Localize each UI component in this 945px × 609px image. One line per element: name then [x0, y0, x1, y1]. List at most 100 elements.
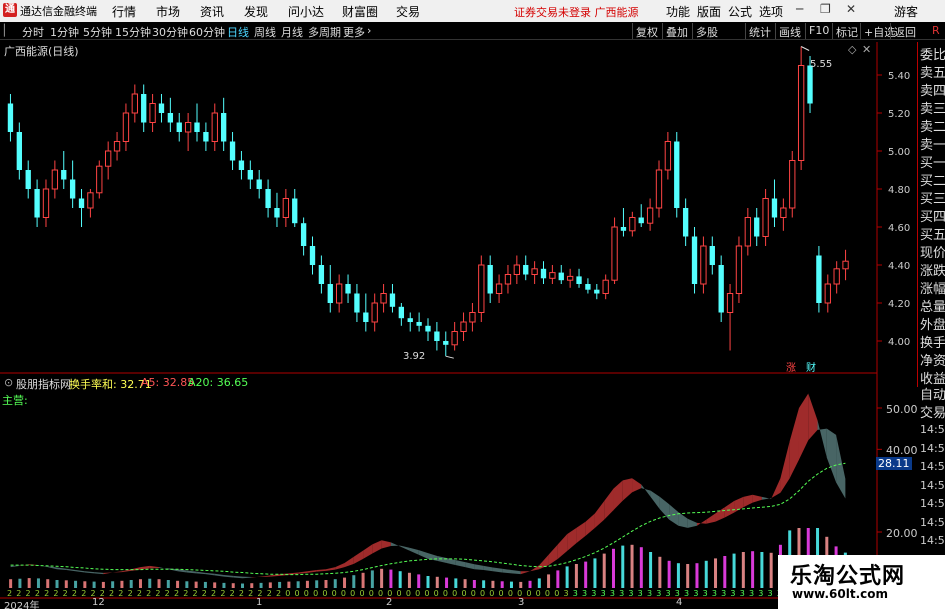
btn-biaoji[interactable]: 标记 [832, 23, 861, 39]
candle-body [256, 179, 262, 189]
turnover-ribbon [743, 494, 753, 508]
btn-duogu[interactable]: 多股 [692, 23, 721, 39]
close-panel-icon[interactable]: ✕ [862, 43, 871, 56]
menu-caifuquan[interactable]: 财富圈 [342, 3, 378, 20]
close-icon[interactable]: ✕ [846, 2, 856, 16]
signal-digit: 3 [768, 589, 773, 598]
signal-digit: 2 [81, 589, 86, 598]
candle-body [807, 65, 813, 104]
candle-body [558, 272, 564, 281]
period-5min[interactable]: 5分钟 [83, 24, 112, 40]
period-daily[interactable]: 日线 [227, 24, 249, 40]
menu-shichang[interactable]: 市场 [156, 3, 180, 20]
candle-body [762, 198, 769, 237]
turnover-ribbon [687, 518, 697, 528]
volume-bar [454, 578, 458, 588]
period-30min[interactable]: 30分钟 [152, 24, 188, 40]
trade-time-4: 14:56 [920, 497, 945, 510]
auto-trade-label-0[interactable]: 自动 [920, 384, 945, 403]
quote-field-11: 现价 [920, 246, 945, 261]
period-60min[interactable]: 60分钟 [189, 24, 225, 40]
menu-gongshi[interactable]: 公式 [728, 3, 752, 20]
candle-body [194, 122, 200, 132]
btn-fuquan[interactable]: 复权 [632, 23, 661, 39]
signal-digit: 2 [174, 589, 179, 598]
turnover-ribbon [84, 571, 95, 574]
signal-digit: 3 [730, 589, 735, 598]
turnover-ribbon [409, 547, 419, 555]
badge-finance[interactable]: 财 [806, 359, 816, 374]
candle-body [113, 141, 121, 152]
menu-gongneng[interactable]: 功能 [666, 3, 690, 20]
candle-body [398, 306, 405, 319]
period-weekly[interactable]: 周线 [254, 24, 276, 40]
signal-digit: 2 [165, 589, 170, 598]
signal-digit: 2 [128, 589, 133, 598]
menu-banmian[interactable]: 版面 [697, 3, 721, 20]
candle-body [451, 331, 458, 346]
volume-bar [426, 576, 430, 588]
price-tick-label: 5.20 [888, 109, 910, 120]
candle-body [16, 132, 22, 170]
period-fenshi[interactable]: 分时 [22, 24, 44, 40]
signal-digit: 2 [276, 589, 281, 598]
more-chevron-icon[interactable]: › [367, 24, 371, 37]
candle-body [318, 265, 325, 284]
btn-huaxian[interactable]: 画线 [775, 23, 804, 39]
kline-chart[interactable]: 2222222222222222222222222222220000000000… [0, 40, 917, 609]
signal-digit: 0 [452, 589, 457, 598]
quote-field-7: 买二 [920, 174, 945, 189]
period-multi[interactable]: 多周期 [308, 24, 341, 40]
volume-bar [695, 563, 699, 588]
btn-diejia[interactable]: 叠加 [662, 23, 691, 39]
turnover-ribbon [789, 408, 799, 479]
period-1min[interactable]: 1分钟 [50, 24, 79, 40]
user-guest[interactable]: 游客 [894, 3, 918, 20]
btn-back[interactable]: 返回 [890, 23, 919, 39]
signal-digit: 2 [72, 589, 77, 598]
turnover-ribbon [66, 568, 76, 572]
auto-trade-label-1[interactable]: 交易 [920, 402, 945, 421]
signal-digit: 0 [397, 589, 402, 598]
menu-xuanxiang[interactable]: 选项 [759, 3, 783, 20]
volume-bar [9, 579, 13, 588]
volume-bar [111, 581, 115, 588]
btn-tongji[interactable]: 统计 [745, 23, 774, 39]
turnover-ribbon [131, 567, 141, 571]
volume-bar [213, 582, 217, 588]
turnover-ribbon [298, 571, 308, 574]
turnover-ribbon [576, 521, 586, 544]
turnover-ribbon [437, 555, 447, 563]
candle-body [327, 284, 333, 303]
quote-field-8: 买三 [920, 192, 945, 207]
stock-title[interactable]: 广西能源(日线) [4, 43, 79, 59]
indicator-toggle-icon[interactable]: ⊙ [4, 376, 13, 389]
volume-bar [370, 570, 374, 588]
quote-field-16: 换手 [920, 336, 945, 351]
volume-bar [714, 558, 718, 588]
menu-wenxiaoda[interactable]: 问小达 [288, 3, 324, 20]
trade-login-notice[interactable]: 证券交易未登录 广西能源 [514, 4, 639, 20]
restore-icon[interactable]: ❐ [820, 2, 831, 16]
badge-up[interactable]: 涨 [786, 359, 796, 374]
period-more[interactable]: 更多 [343, 24, 365, 40]
turnover-ribbon [808, 393, 818, 441]
candle-body [292, 198, 298, 224]
menu-jiaoyi[interactable]: 交易 [396, 3, 420, 20]
btn-f10[interactable]: F10 [805, 23, 832, 39]
settings-icon[interactable]: ◇ [848, 43, 856, 56]
menu-zixun[interactable]: 资讯 [200, 3, 224, 20]
volume-bar [185, 581, 189, 588]
minimize-icon[interactable]: ─ [796, 2, 803, 16]
turnover-ribbon [678, 512, 688, 528]
indicator-name[interactable]: 股朋指标网 [16, 376, 71, 392]
menu-hangqing[interactable]: 行情 [112, 3, 136, 20]
volume-bar [203, 581, 207, 588]
period-monthly[interactable]: 月线 [281, 24, 303, 40]
volume-bar [584, 561, 588, 588]
period-15min[interactable]: 15分钟 [115, 24, 151, 40]
candle-body [265, 189, 271, 208]
menu-faxian[interactable]: 发现 [244, 3, 268, 20]
candle-body [674, 141, 680, 208]
turnover-ribbon [798, 393, 809, 460]
